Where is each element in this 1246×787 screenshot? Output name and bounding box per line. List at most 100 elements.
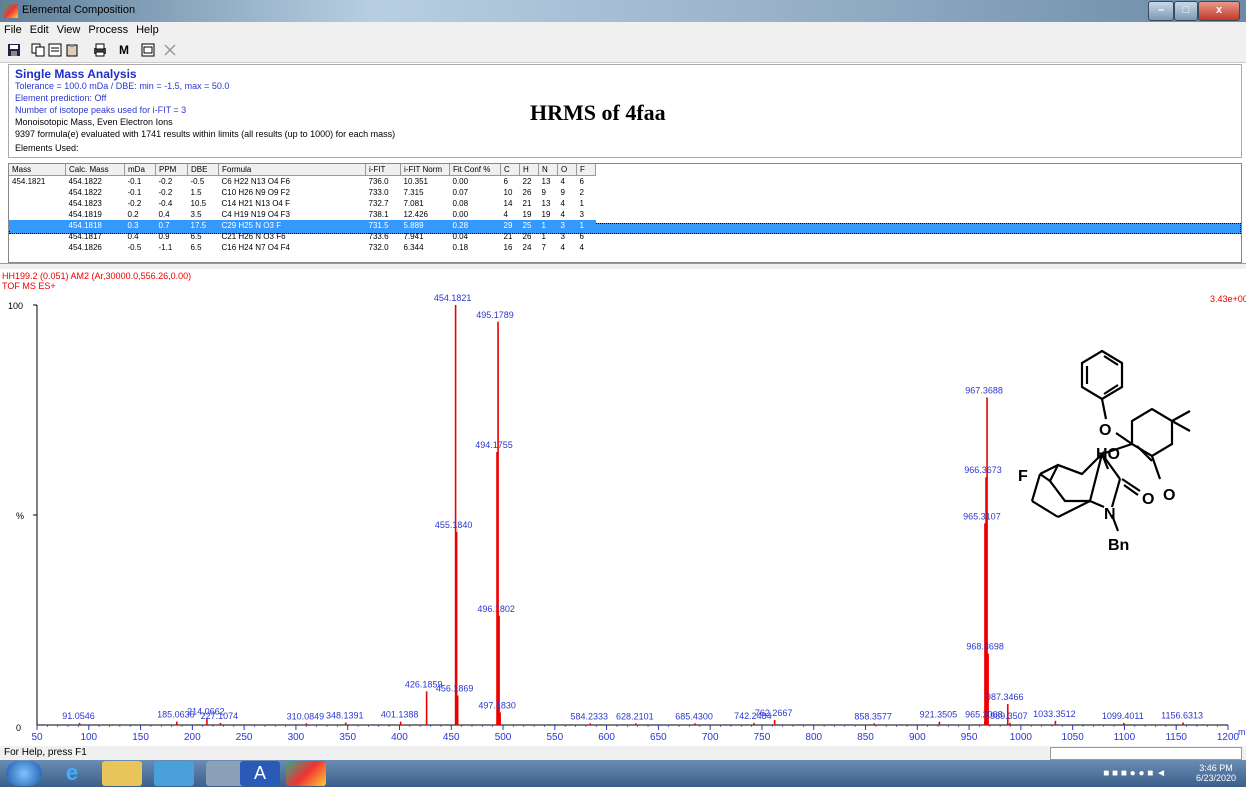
save-icon[interactable]: [6, 43, 22, 58]
table-cell: 0.00: [452, 177, 469, 186]
table-row[interactable]: 454.1821 454.1822 -0.1 -0.2 -0.5 C6 H22 N13 O…: [9, 176, 596, 188]
window-icon[interactable]: [140, 43, 156, 58]
table-row[interactable]: 454.1822 -0.1 -0.2 1.5 C10 H26 N9 O9 F2 733.0…: [9, 187, 596, 198]
peak-label: 921.3505: [920, 710, 958, 720]
table-cell: 0.7: [155, 220, 188, 231]
paste-icon[interactable]: [64, 43, 80, 58]
table-cell: 6: [503, 177, 508, 186]
table-cell: 732.0: [368, 243, 389, 252]
peak-label: 348.1391: [326, 710, 364, 720]
column-header[interactable]: O: [557, 164, 577, 176]
table-cell: 25: [519, 220, 539, 231]
table-cell: 9: [560, 188, 565, 197]
tray-icons[interactable]: ■ ■ ■ ● ● ■ ◄: [1103, 768, 1166, 779]
table-cell: -0.2: [127, 199, 142, 208]
table-cell: 454.1821: [12, 177, 46, 186]
column-header[interactable]: C: [500, 164, 520, 176]
column-header[interactable]: mDa: [124, 164, 156, 176]
column-header[interactable]: Formula: [218, 164, 366, 176]
column-header[interactable]: Mass: [9, 164, 66, 176]
table-cell: C16 H24 N7 O4 F4: [221, 243, 290, 252]
table-row[interactable]: 454.1817 0.4 0.9 6.5 C21 H26 N O3 F6 733.6 7.9…: [9, 231, 596, 242]
maximize-button[interactable]: □: [1174, 1, 1198, 21]
table-cell: 454.1818: [65, 220, 125, 231]
table-row[interactable]: 454.1823 -0.2 -0.4 10.5 C14 H21 N13 O4 F 732.…: [9, 198, 596, 209]
peak-label: 966.3673: [964, 465, 1002, 475]
peak-label: 497.1830: [478, 700, 516, 710]
table-cell: [9, 209, 66, 220]
x-tick-label: 800: [805, 732, 822, 743]
table-cell: 21: [522, 199, 532, 208]
ether-oxygen-label: O: [1099, 422, 1111, 439]
mass-spectrum-chart: 3.43e+00 100 % 0 m 50 100 150 200 250 300 350 4…: [8, 293, 1246, 743]
column-header[interactable]: N: [538, 164, 558, 176]
table-cell: 13: [541, 177, 551, 186]
table-header-row: Mass Calc. Mass mDa PPM DBE Formula i-FI…: [9, 164, 596, 176]
clock-time: 3:46 PM: [1199, 763, 1233, 773]
close-button[interactable]: x: [1198, 1, 1240, 21]
x-tick-label: 300: [288, 732, 305, 743]
column-header[interactable]: i-FIT Norm: [400, 164, 450, 176]
table-cell: 3.5: [190, 210, 202, 219]
column-header[interactable]: H: [519, 164, 539, 176]
table-cell: 26: [522, 232, 532, 241]
start-button[interactable]: [6, 761, 42, 786]
x-tick-label: 1150: [1165, 732, 1187, 743]
window-title: Elemental Composition: [22, 4, 136, 16]
hrms-annotation: HRMS of 4faa: [530, 100, 666, 125]
peak-label: 494.1755: [475, 440, 513, 450]
x-tick-label: 200: [184, 732, 201, 743]
minimize-button[interactable]: –: [1148, 1, 1174, 21]
column-header[interactable]: PPM: [155, 164, 188, 176]
x-tick-label: 150: [132, 732, 149, 743]
table-row[interactable]: 454.1819 0.2 0.4 3.5 C4 H19 N19 O4 F3 738.1 12…: [9, 209, 596, 220]
x-tick-label: 500: [495, 732, 512, 743]
formula-count-line: 9397 formula(e) evaluated with 1741 resu…: [15, 129, 396, 139]
tolerance-line: Tolerance = 100.0 mDa / DBE: min = -1.5,…: [15, 81, 230, 91]
x-tick-label: 1200: [1217, 732, 1240, 743]
table-cell: 0.9: [158, 232, 170, 241]
print-icon[interactable]: [92, 43, 108, 58]
table-cell: [9, 198, 66, 209]
menu-file[interactable]: File: [0, 22, 26, 36]
toolbar: M: [0, 40, 1246, 63]
column-header[interactable]: F: [576, 164, 596, 176]
table-cell: 0.07: [452, 188, 469, 197]
table-cell: 4: [560, 243, 565, 252]
column-header[interactable]: i-FIT: [365, 164, 401, 176]
x-tick-label: 1100: [1114, 732, 1136, 743]
clock[interactable]: 3:46 PM 6/23/2020: [1196, 763, 1236, 783]
ie-icon[interactable]: e: [52, 761, 92, 786]
x-tick-label: 600: [598, 732, 615, 743]
table-cell: 3: [560, 232, 565, 241]
column-header[interactable]: Fit Conf %: [449, 164, 501, 176]
close-x-icon[interactable]: [162, 43, 178, 58]
mass-mode-line: Monoisotopic Mass, Even Electron Ions: [15, 117, 173, 127]
table-row[interactable]: 454.1818 0.3 0.7 17.5 C29 H25 N O3 F 731.5 5.8…: [9, 220, 596, 231]
table-cell: 5.889: [400, 220, 450, 231]
table-cell: 14: [503, 199, 513, 208]
copy-all-icon[interactable]: [47, 43, 63, 58]
copy-icon[interactable]: [30, 43, 46, 58]
app-icon-5[interactable]: A: [240, 761, 280, 786]
elemental-composition-task[interactable]: [286, 761, 326, 786]
menu-edit[interactable]: Edit: [26, 22, 53, 36]
menu-process[interactable]: Process: [84, 22, 132, 36]
menu-help[interactable]: Help: [132, 22, 163, 36]
column-header[interactable]: DBE: [187, 164, 219, 176]
column-header[interactable]: Calc. Mass: [65, 164, 125, 176]
x-tick-label: 1050: [1062, 732, 1085, 743]
table-row[interactable]: 454.1826 -0.5 -1.1 6.5 C16 H24 N7 O4 F4 732.0…: [9, 242, 596, 253]
x-tick-label: 750: [754, 732, 771, 743]
app-icon-3[interactable]: [154, 761, 194, 786]
table-cell: 0.04: [452, 232, 469, 241]
table-cell: C29 H25 N O3 F: [218, 220, 366, 231]
menu-view[interactable]: View: [53, 22, 85, 36]
peak-label: 987.3466: [986, 692, 1024, 702]
table-cell: [9, 220, 66, 231]
isotope-peaks-line: Number of isotope peaks used for i-FIT =…: [15, 105, 187, 115]
explorer-icon[interactable]: [102, 761, 142, 786]
m-icon[interactable]: M: [116, 43, 132, 58]
table-cell: 454.1822: [68, 188, 102, 197]
results-table[interactable]: Mass Calc. Mass mDa PPM DBE Formula i-FI…: [8, 163, 1242, 263]
